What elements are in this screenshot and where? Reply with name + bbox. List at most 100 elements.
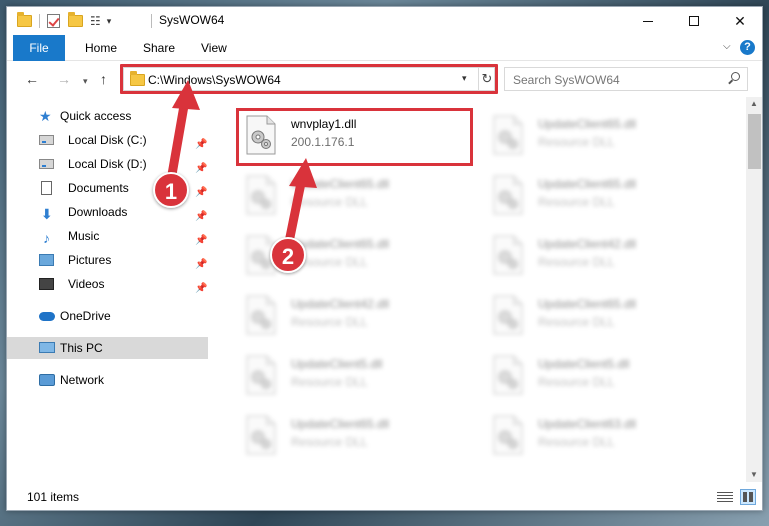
tab-share[interactable]: Share xyxy=(131,35,187,61)
sidebar-item-label: Local Disk (C:) xyxy=(68,133,147,147)
file-description: Resource DLL xyxy=(291,315,368,329)
dll-file-icon xyxy=(243,415,279,455)
file-name: UpdateClient65.dll xyxy=(538,117,637,131)
file-description: Resource DLL xyxy=(538,375,615,389)
maximize-button[interactable] xyxy=(671,7,717,35)
expand-ribbon-chevron-icon[interactable]: ⌵ xyxy=(723,41,731,52)
dll-file-icon xyxy=(490,175,526,215)
sidebar-item-onedrive[interactable]: OneDrive xyxy=(7,305,208,327)
file-name: UpdateClient63.dll xyxy=(538,417,637,431)
customize-toolbar-chevron-icon[interactable]: ▾ xyxy=(107,13,112,29)
navigation-bar: ← → ▾ ↑ C:\Windows\SysWOW64 ▾ ↻ Search S… xyxy=(7,61,762,97)
file-highlight xyxy=(236,108,473,166)
documents-icon xyxy=(41,181,59,195)
close-icon: ✕ xyxy=(734,12,746,29)
file-name: UpdateClient5.dll xyxy=(291,357,383,371)
item-count: 101 items xyxy=(27,490,80,504)
vertical-scrollbar[interactable]: ▲ ▼ xyxy=(746,97,762,482)
sidebar-item-local-disk-d[interactable]: Local Disk (D:) 📌 xyxy=(7,153,208,175)
status-bar: 101 items xyxy=(7,482,762,510)
scroll-down-arrow-icon[interactable]: ▼ xyxy=(750,470,758,479)
dll-file-icon xyxy=(490,415,526,455)
ribbon-tabs: File Home Share View ⌵ ? xyxy=(7,35,762,61)
up-arrow-icon[interactable]: ↑ xyxy=(100,71,107,87)
minimize-button[interactable] xyxy=(625,7,671,35)
sidebar-item-label: Quick access xyxy=(60,109,132,123)
music-icon: ♪ xyxy=(43,230,50,246)
download-icon: ⬇ xyxy=(41,206,53,222)
forward-arrow-icon[interactable]: → xyxy=(57,71,71,87)
file-item[interactable]: UpdateClient63.dll Resource DLL xyxy=(490,411,720,461)
tab-view[interactable]: View xyxy=(189,35,239,61)
dll-file-icon xyxy=(243,175,279,215)
file-name: UpdateClient65.dll xyxy=(291,177,390,191)
sidebar-item-pictures[interactable]: Pictures 📌 xyxy=(7,249,208,271)
file-description: Resource DLL xyxy=(291,435,368,449)
search-placeholder: Search SysWOW64 xyxy=(513,73,620,87)
sidebar-item-network[interactable]: Network xyxy=(7,369,208,391)
sidebar-item-label: This PC xyxy=(60,341,103,355)
step-badge-2: 2 xyxy=(270,237,306,273)
toolbar-divider xyxy=(39,14,40,28)
search-icon[interactable] xyxy=(727,72,741,86)
file-item[interactable]: UpdateClient65.dll Resource DLL xyxy=(490,111,720,161)
scroll-up-arrow-icon[interactable]: ▲ xyxy=(750,99,758,108)
new-folder-icon[interactable] xyxy=(68,12,84,29)
file-description: Resource DLL xyxy=(538,315,615,329)
dll-file-icon xyxy=(490,295,526,335)
file-name: UpdateClient42.dll xyxy=(291,297,390,311)
file-name: UpdateClient65.dll xyxy=(538,297,637,311)
file-item[interactable]: UpdateClient65.dll Resource DLL xyxy=(490,171,720,221)
file-name: UpdateClient65.dll xyxy=(291,417,390,431)
tiles-view-icon[interactable] xyxy=(740,489,756,505)
file-description: Resource DLL xyxy=(538,435,615,449)
sidebar-item-label: Documents xyxy=(68,181,129,195)
sidebar-item-quick-access[interactable]: ★ Quick access xyxy=(7,105,208,127)
maximize-icon xyxy=(689,16,699,26)
file-name: UpdateClient42.dll xyxy=(538,237,637,251)
search-input[interactable]: Search SysWOW64 xyxy=(504,67,748,91)
help-icon[interactable]: ? xyxy=(740,40,755,55)
sidebar-item-this-pc[interactable]: This PC xyxy=(7,337,208,359)
file-description: Resource DLL xyxy=(538,255,615,269)
cloud-icon xyxy=(39,309,55,323)
file-item[interactable]: UpdateClient65.dll Resource DLL xyxy=(490,291,720,341)
sidebar-item-videos[interactable]: Videos 📌 xyxy=(7,273,208,295)
file-description: Resource DLL xyxy=(291,375,368,389)
computer-icon xyxy=(39,341,55,355)
address-bar-highlight xyxy=(120,64,498,94)
recent-locations-chevron-icon[interactable]: ▾ xyxy=(83,73,88,89)
file-item[interactable]: UpdateClient65.dll Resource DLL xyxy=(243,411,473,461)
sidebar-item-label: Downloads xyxy=(68,205,128,219)
sidebar-item-label: OneDrive xyxy=(60,309,111,323)
close-button[interactable]: ✕ xyxy=(717,7,762,35)
file-item[interactable]: UpdateClient5.dll Resource DLL xyxy=(490,351,720,401)
file-item[interactable]: UpdateClient65.dll Resource DLL xyxy=(243,171,473,221)
disk-icon xyxy=(39,133,59,147)
file-name: UpdateClient65.dll xyxy=(538,177,637,191)
file-item[interactable]: UpdateClient5.dll Resource DLL xyxy=(243,351,473,401)
scroll-thumb[interactable] xyxy=(748,114,761,169)
pin-icon[interactable]: 📌 xyxy=(195,278,207,300)
tab-file[interactable]: File xyxy=(13,35,65,61)
tab-home[interactable]: Home xyxy=(73,35,129,61)
explorer-window: ☷ ▾ SysWOW64 ✕ File Home Share View ⌵ ? … xyxy=(6,6,763,511)
sidebar-item-label: Music xyxy=(68,229,100,243)
dll-file-icon xyxy=(490,115,526,155)
back-arrow-icon[interactable]: ← xyxy=(25,71,39,87)
title-bar: ☷ ▾ SysWOW64 ✕ xyxy=(7,7,762,35)
properties-icon[interactable]: ☷ xyxy=(90,13,101,29)
pictures-icon xyxy=(39,253,59,267)
folder-icon xyxy=(17,12,33,29)
sidebar-item-music[interactable]: ♪ Music 📌 xyxy=(7,225,208,247)
file-description: Resource DLL xyxy=(538,195,615,209)
file-item[interactable]: UpdateClient42.dll Resource DLL xyxy=(490,231,720,281)
sidebar-item-label: Local Disk (D:) xyxy=(68,157,147,171)
dll-file-icon xyxy=(490,235,526,275)
file-item[interactable]: UpdateClient42.dll Resource DLL xyxy=(243,291,473,341)
network-icon xyxy=(39,373,55,387)
details-view-icon[interactable] xyxy=(717,491,733,503)
properties-check-icon[interactable] xyxy=(46,13,62,29)
step-badge-1: 1 xyxy=(153,172,189,208)
sidebar-item-local-disk-c[interactable]: Local Disk (C:) 📌 xyxy=(7,129,208,151)
